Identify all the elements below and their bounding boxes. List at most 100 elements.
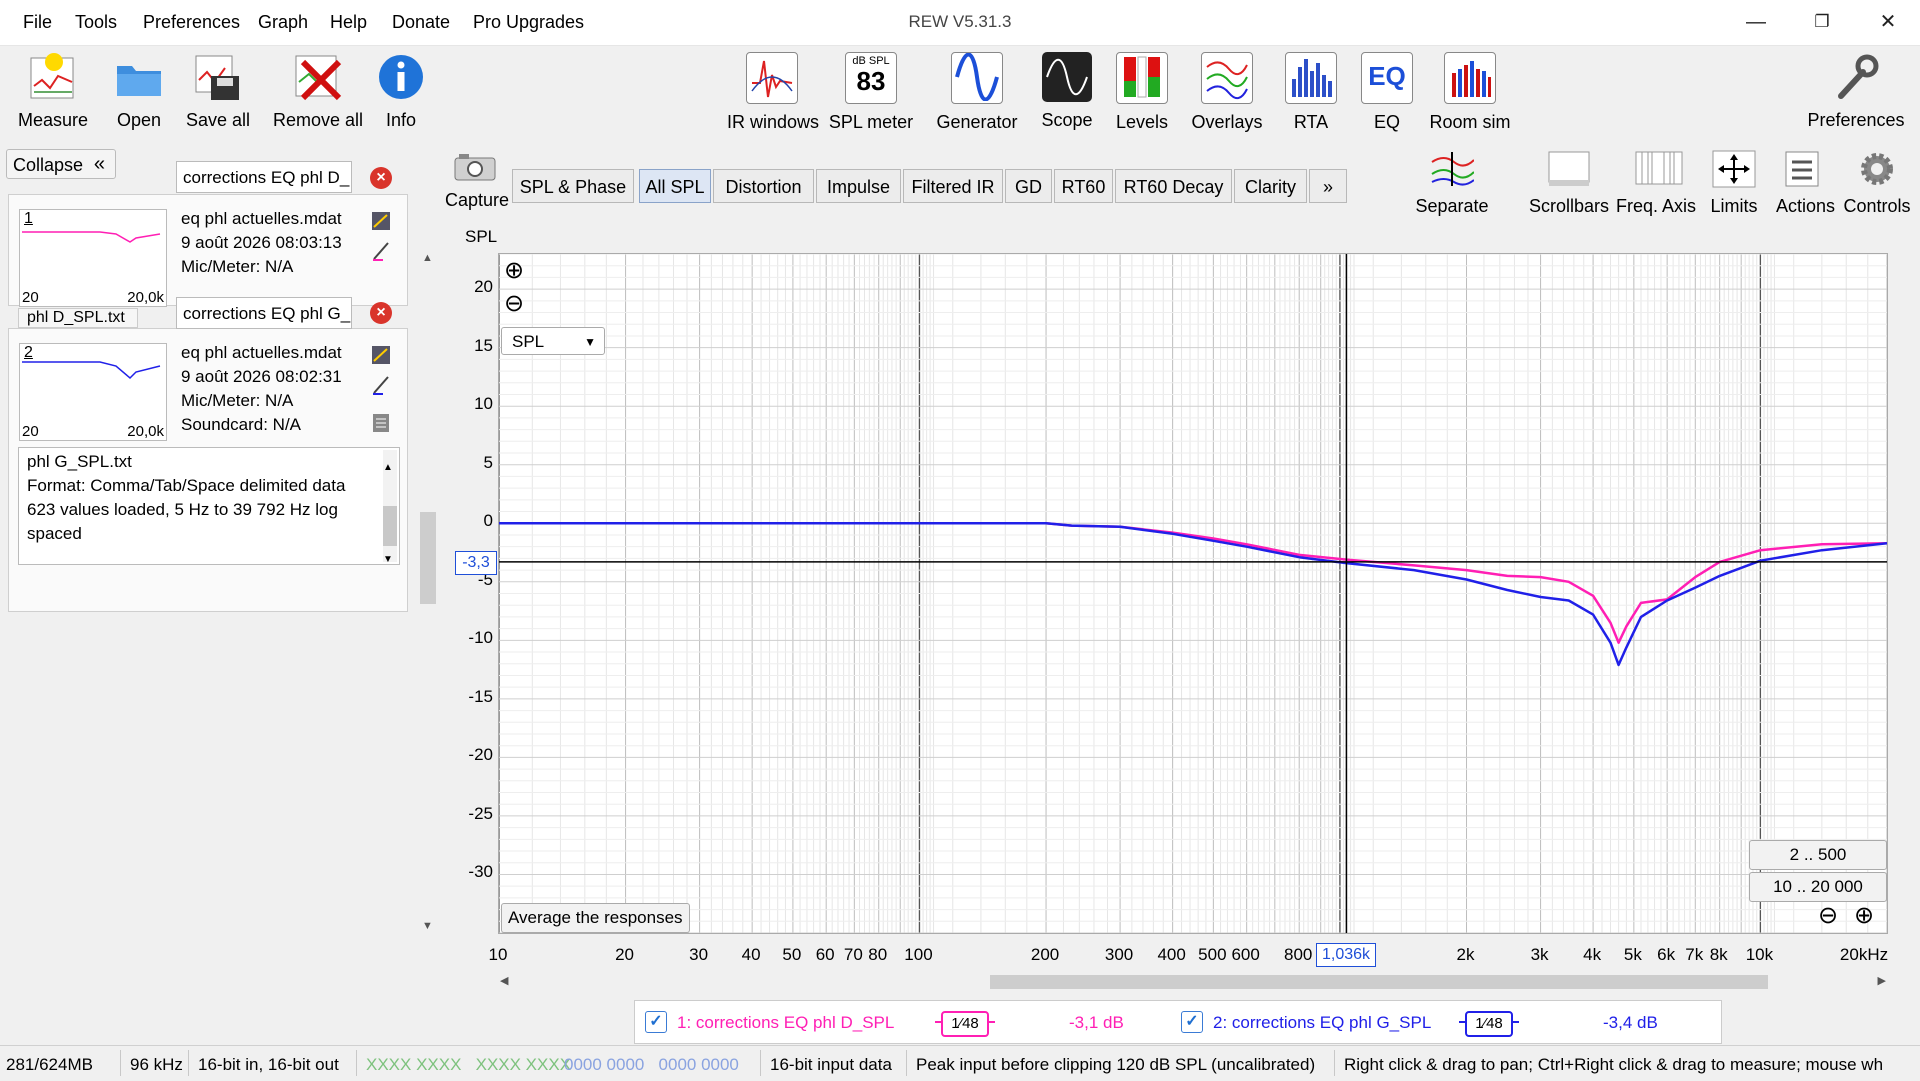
- spl-meter-label: SPL meter: [828, 112, 914, 132]
- tab-distortion[interactable]: Distortion: [713, 169, 814, 203]
- notes-icon[interactable]: [371, 413, 391, 433]
- spl-graph[interactable]: ⊕ ⊖ SPL ▼ Average the responses: [498, 253, 1888, 934]
- spl-meter-value: 83: [856, 66, 886, 96]
- meter-icon-2[interactable]: [371, 345, 391, 365]
- gear-icon: [1855, 150, 1899, 188]
- tab-all-spl[interactable]: All SPL: [639, 169, 711, 203]
- spl-graph-canvas[interactable]: [499, 254, 1887, 933]
- legend-smoothing-1[interactable]: 1⁄48: [941, 1011, 989, 1037]
- actions-button[interactable]: Actions: [1776, 150, 1835, 217]
- status-output-levels: 0000 0000 0000 0000: [564, 1055, 739, 1074]
- menu-tools[interactable]: Tools: [75, 12, 117, 33]
- y-tick-label: -20: [468, 745, 493, 765]
- maximize-button[interactable]: ❐: [1800, 6, 1844, 38]
- scrollbars-button[interactable]: Scrollbars: [1528, 150, 1610, 217]
- chevron-down-icon: ▼: [584, 335, 596, 349]
- remove-measurement-2-close-icon[interactable]: ×: [370, 302, 392, 324]
- info-scroll-thumb[interactable]: [383, 506, 397, 546]
- graph-horizontal-scrollbar[interactable]: ◀ ▶: [498, 975, 1888, 989]
- measurement-card-1[interactable]: 1 20 20,0k eq phl actuelles.mdat 9 août …: [8, 194, 408, 307]
- minimize-button[interactable]: —: [1734, 6, 1778, 38]
- scroll-up-icon[interactable]: ▲: [383, 456, 393, 480]
- pen-icon-2[interactable]: [371, 375, 391, 395]
- x-tick-label: 80: [868, 945, 888, 964]
- remove-measurement-1-close-icon[interactable]: ×: [370, 167, 392, 189]
- separate-button[interactable]: Separate: [1410, 150, 1494, 217]
- capture-button[interactable]: Capture: [445, 152, 509, 211]
- graph-scroll-thumb[interactable]: [990, 975, 1768, 989]
- remove-all-icon: [293, 52, 343, 102]
- tab-filtered-ir[interactable]: Filtered IR: [903, 169, 1003, 203]
- scrollbars-icon: [1547, 150, 1591, 188]
- tab-spl-phase[interactable]: SPL & Phase: [512, 169, 634, 203]
- legend-checkbox-1[interactable]: ✓: [645, 1011, 667, 1033]
- zoom-in-x-icon[interactable]: ⊕: [1854, 904, 1874, 928]
- range-2-500-button[interactable]: 2 .. 500: [1749, 840, 1887, 870]
- range-10-20000-button[interactable]: 10 .. 20 000: [1749, 872, 1887, 902]
- freq-axis-button[interactable]: Freq. Axis: [1614, 150, 1698, 217]
- measurement-name-2[interactable]: corrections EQ phl G_: [176, 297, 352, 329]
- menu-graph[interactable]: Graph: [258, 12, 308, 33]
- scroll-right-icon[interactable]: ▶: [1878, 974, 1886, 987]
- meter-icon[interactable]: [371, 211, 391, 231]
- spl-meter-icon: dB SPL 83: [845, 52, 897, 104]
- panel-scroll-thumb[interactable]: [420, 512, 436, 604]
- spl-select[interactable]: SPL ▼: [501, 327, 605, 355]
- scroll-down-icon[interactable]: ▼: [383, 548, 393, 572]
- menu-help[interactable]: Help: [330, 12, 367, 33]
- menu-pro-upgrades[interactable]: Pro Upgrades: [473, 12, 584, 33]
- open-label: Open: [116, 110, 162, 130]
- measurement-name-1[interactable]: corrections EQ phl D_: [176, 161, 352, 193]
- info-scrollbar[interactable]: ▲ ▼: [383, 450, 397, 565]
- measurement-tab-1[interactable]: phl D_SPL.txt: [18, 308, 138, 328]
- tab-more-chevron-icon[interactable]: »: [1309, 169, 1347, 203]
- generator-icon: [951, 52, 1003, 104]
- x-tick-label: 500: [1198, 945, 1227, 964]
- tab-gd[interactable]: GD: [1005, 169, 1052, 203]
- controls-label: Controls: [1843, 196, 1911, 216]
- x-tick-label: 7k: [1685, 945, 1704, 964]
- zoom-in-icon[interactable]: ⊕: [504, 259, 528, 283]
- limits-button[interactable]: Limits: [1706, 150, 1762, 217]
- scroll-left-icon[interactable]: ◀: [500, 974, 508, 987]
- measure-button[interactable]: Measure: [8, 52, 98, 131]
- zoom-out-x-icon[interactable]: ⊖: [1818, 904, 1838, 928]
- x-tick-label: 70: [843, 945, 863, 964]
- collapse-button[interactable]: Collapse «: [6, 149, 116, 179]
- controls-button[interactable]: Controls: [1842, 150, 1912, 217]
- tab-rt60-decay[interactable]: RT60 Decay: [1115, 169, 1232, 203]
- measurement-soundcard-2: Soundcard: N/A: [181, 415, 302, 434]
- room-sim-button[interactable]: Room sim: [1420, 52, 1520, 133]
- open-button[interactable]: Open: [94, 52, 184, 131]
- spl-meter-button[interactable]: dB SPL 83 SPL meter: [826, 52, 916, 133]
- menu-file[interactable]: File: [23, 12, 52, 33]
- panel-scrollbar[interactable]: ▲ ▼: [420, 252, 436, 932]
- tab-impulse[interactable]: Impulse: [816, 169, 901, 203]
- ir-windows-button[interactable]: IR windows: [727, 52, 819, 133]
- panel-scroll-up-icon[interactable]: ▲: [422, 252, 433, 264]
- menu-donate[interactable]: Donate: [392, 12, 450, 33]
- tab-rt60[interactable]: RT60: [1054, 169, 1113, 203]
- legend-smoothing-2[interactable]: 1⁄48: [1465, 1011, 1513, 1037]
- levels-button[interactable]: Levels: [1097, 52, 1187, 133]
- pen-icon-1[interactable]: [371, 241, 391, 261]
- legend-checkbox-2[interactable]: ✓: [1181, 1011, 1203, 1033]
- overlays-button[interactable]: Overlays: [1182, 52, 1272, 133]
- info-button[interactable]: Info: [356, 52, 446, 131]
- average-responses-button[interactable]: Average the responses: [501, 903, 690, 933]
- close-window-button[interactable]: ✕: [1866, 6, 1910, 38]
- generator-button[interactable]: Generator: [932, 52, 1022, 133]
- preferences-button[interactable]: Preferences: [1806, 52, 1906, 131]
- generator-label: Generator: [936, 112, 1018, 132]
- remove-all-button[interactable]: Remove all: [273, 52, 363, 131]
- eq-label: EQ: [1373, 112, 1400, 132]
- eq-button[interactable]: EQ EQ: [1342, 52, 1432, 133]
- status-input-data: 16-bit input data: [770, 1055, 892, 1074]
- zoom-out-icon[interactable]: ⊖: [504, 292, 528, 316]
- x-tick-label: 40: [741, 945, 761, 964]
- save-all-button[interactable]: Save all: [173, 52, 263, 131]
- panel-scroll-down-icon[interactable]: ▼: [422, 920, 433, 932]
- tab-clarity[interactable]: Clarity: [1234, 169, 1307, 203]
- thumb-end-1: 20,0k: [127, 289, 164, 306]
- menu-preferences[interactable]: Preferences: [143, 12, 240, 33]
